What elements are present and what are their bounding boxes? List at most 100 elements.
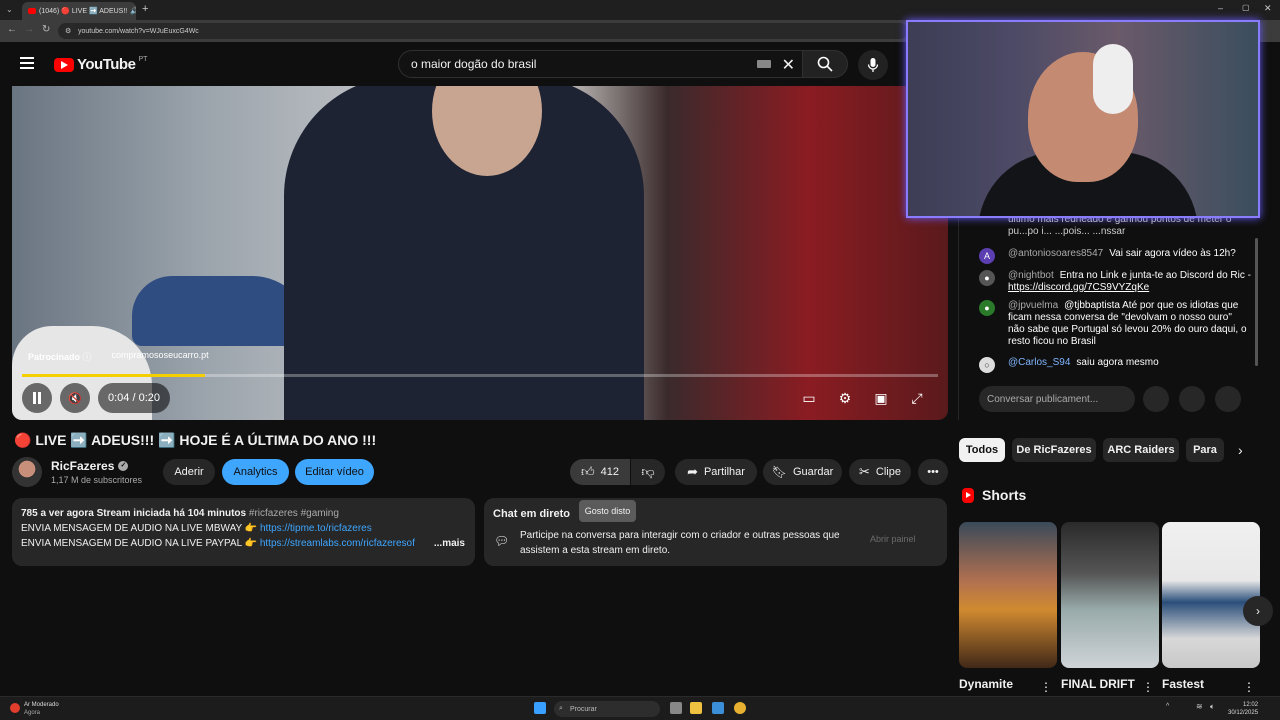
- paypal-link[interactable]: https://streamlabs.com/ricfazeresof: [260, 538, 415, 549]
- mbway-link[interactable]: https://tipme.to/ricfazeres: [260, 523, 372, 534]
- video-title: 🔴 LIVE ➡️ ADEUS!!! ➡️ HOJE É A ÚLTIMA DO…: [14, 432, 377, 448]
- keyboard-icon[interactable]: [757, 60, 771, 68]
- clock[interactable]: 12:02 30/12/2025: [1228, 701, 1258, 717]
- menu-icon[interactable]: [20, 57, 34, 69]
- more-icon[interactable]: ⋮: [1040, 680, 1052, 694]
- search-button[interactable]: [802, 50, 848, 78]
- shorts-next-button[interactable]: ›: [1243, 596, 1273, 626]
- short-title[interactable]: FINAL DRIFT: [1061, 677, 1135, 691]
- search-icon: ⌕: [559, 705, 563, 712]
- chat-message: ○ @Carlos_S94 saiu agora mesmo: [979, 357, 1251, 373]
- subtitles-icon[interactable]: ▭: [800, 390, 818, 408]
- youtube-logo[interactable]: YouTube PT: [54, 56, 147, 73]
- new-tab-button[interactable]: +: [142, 3, 148, 15]
- clear-search-icon[interactable]: ✕: [782, 55, 795, 75]
- wifi-icon[interactable]: ≋: [1196, 702, 1203, 711]
- discord-link[interactable]: https://discord.gg/7CS9VYZqKe: [1008, 282, 1149, 293]
- back-icon[interactable]: ←: [7, 24, 17, 35]
- more-icon: •••: [927, 466, 939, 478]
- thumbs-up-icon: 👍︎: [581, 464, 595, 479]
- short-title[interactable]: Fastest: [1162, 677, 1204, 691]
- save-button[interactable]: 🔖︎ Guardar: [763, 459, 842, 485]
- weather-widget[interactable]: Ar Moderado Agora: [10, 701, 59, 717]
- description-box[interactable]: 785 a ver agora Stream iniciada há 104 m…: [12, 498, 475, 566]
- close-window-button[interactable]: ✕: [1264, 3, 1272, 14]
- chip-all[interactable]: Todos: [959, 438, 1005, 462]
- site-info-icon[interactable]: ⚙: [65, 27, 71, 35]
- share-icon: ➦: [687, 464, 698, 479]
- super-chat-button[interactable]: [1179, 386, 1205, 412]
- sponsor-overlay: Patrocinado ⓘ compramososeucarro.pt: [28, 350, 209, 363]
- more-icon[interactable]: ⋮: [1243, 680, 1255, 694]
- join-button[interactable]: Aderir: [163, 459, 215, 485]
- store-icon[interactable]: [712, 702, 724, 714]
- edit-video-button[interactable]: Editar vídeo: [295, 459, 374, 485]
- short-thumbnail[interactable]: [959, 522, 1057, 668]
- theater-mode-icon[interactable]: ▣: [872, 390, 890, 408]
- chip-arc-raiders[interactable]: ARC Raiders: [1103, 438, 1179, 462]
- like-button[interactable]: 👍︎ 412: [570, 459, 630, 485]
- pause-button[interactable]: [22, 383, 52, 413]
- browser-tabbar: ⌄ (1046) 🔴 LIVE ➡️ ADEUS!! 🔊 ✕ + – ▢ ✕: [0, 0, 1280, 20]
- file-explorer-icon[interactable]: [690, 702, 702, 714]
- subscriber-count: 1,17 M de subscritores: [51, 475, 143, 485]
- chat-scrollbar[interactable]: [1255, 238, 1258, 366]
- send-button[interactable]: [1215, 386, 1241, 412]
- chip-channel[interactable]: De RicFazeres: [1012, 438, 1096, 462]
- avatar[interactable]: A: [979, 248, 995, 264]
- channel-avatar[interactable]: [12, 457, 42, 487]
- more-actions-button[interactable]: •••: [918, 459, 948, 485]
- voice-search-button[interactable]: [858, 50, 888, 80]
- clip-button[interactable]: ✂ Clipe: [849, 459, 911, 485]
- forward-icon[interactable]: →: [24, 24, 34, 35]
- chat-message: ● @jpvuelma @tjbbaptista Até por que os i…: [979, 300, 1251, 348]
- video-player[interactable]: Patrocinado ⓘ compramososeucarro.pt 🔇 0:…: [12, 86, 948, 420]
- mute-button[interactable]: 🔇: [60, 383, 90, 413]
- muted-speaker-icon: 🔇: [68, 392, 82, 405]
- share-button[interactable]: ➦ Partilhar: [675, 459, 757, 485]
- bookmark-icon: 🔖︎: [771, 465, 787, 479]
- chrome-icon[interactable]: [734, 702, 746, 714]
- avatar[interactable]: ○: [979, 357, 995, 373]
- browser-tab[interactable]: (1046) 🔴 LIVE ➡️ ADEUS!! 🔊 ✕: [22, 2, 136, 20]
- emoji-button[interactable]: [1143, 386, 1169, 412]
- short-thumbnail[interactable]: [1061, 522, 1159, 668]
- info-icon[interactable]: ⓘ: [83, 352, 92, 362]
- progress-fill: [22, 374, 206, 377]
- dislike-button[interactable]: 👎︎: [631, 459, 665, 485]
- taskbar-search[interactable]: ⌕ Procurar: [554, 701, 660, 717]
- channel-name[interactable]: RicFazeres ✓: [51, 459, 129, 473]
- more-icon[interactable]: ⋮: [1142, 680, 1154, 694]
- shorts-icon: [962, 487, 974, 503]
- reload-icon[interactable]: ↻: [42, 24, 50, 35]
- tab-menu-icon[interactable]: ⌄: [6, 5, 13, 14]
- analytics-button[interactable]: Analytics: [222, 459, 289, 485]
- time-display: 0:04 / 0:20: [98, 383, 170, 413]
- live-chat-panel: último mais redneado e ganhou pontos de …: [958, 214, 1260, 420]
- search-input[interactable]: o maior dogão do brasil ✕: [398, 50, 806, 78]
- volume-icon[interactable]: 🔈︎: [1210, 702, 1215, 712]
- settings-icon[interactable]: ⚙: [836, 390, 854, 408]
- tray-chevron-icon[interactable]: ^: [1166, 703, 1169, 710]
- chat-message: ● @nightbot Entra no Link e junta-te ao D…: [979, 270, 1251, 294]
- windows-taskbar: Ar Moderado Agora ⌕ Procurar ^ ≋ 🔈︎ 12:02…: [0, 696, 1280, 720]
- task-view-icon[interactable]: [670, 702, 682, 714]
- fullscreen-icon[interactable]: ⤢: [908, 390, 926, 408]
- audio-icon[interactable]: 🔊: [130, 7, 136, 15]
- avatar[interactable]: ●: [979, 270, 995, 286]
- short-thumbnail[interactable]: [1162, 522, 1260, 668]
- sponsor-link[interactable]: compramososeucarro.pt: [112, 350, 209, 363]
- chevron-right-icon[interactable]: ›: [1238, 442, 1243, 458]
- minimize-button[interactable]: –: [1218, 3, 1223, 13]
- weather-icon: [10, 703, 20, 713]
- avatar[interactable]: ●: [979, 300, 995, 316]
- open-panel-button[interactable]: Abrir painel: [870, 534, 916, 544]
- maximize-button[interactable]: ▢: [1242, 3, 1250, 12]
- start-icon[interactable]: [534, 702, 546, 714]
- short-title[interactable]: Dynamite: [959, 677, 1013, 691]
- chat-input[interactable]: Conversar publicament...: [979, 386, 1135, 412]
- chip-para[interactable]: Para: [1186, 438, 1224, 462]
- show-more-button[interactable]: ...mais: [433, 536, 465, 551]
- address-bar[interactable]: ⚙ youtube.com/watch?v=WJuEuxcG4Wc: [58, 23, 908, 39]
- progress-bar[interactable]: [22, 374, 938, 377]
